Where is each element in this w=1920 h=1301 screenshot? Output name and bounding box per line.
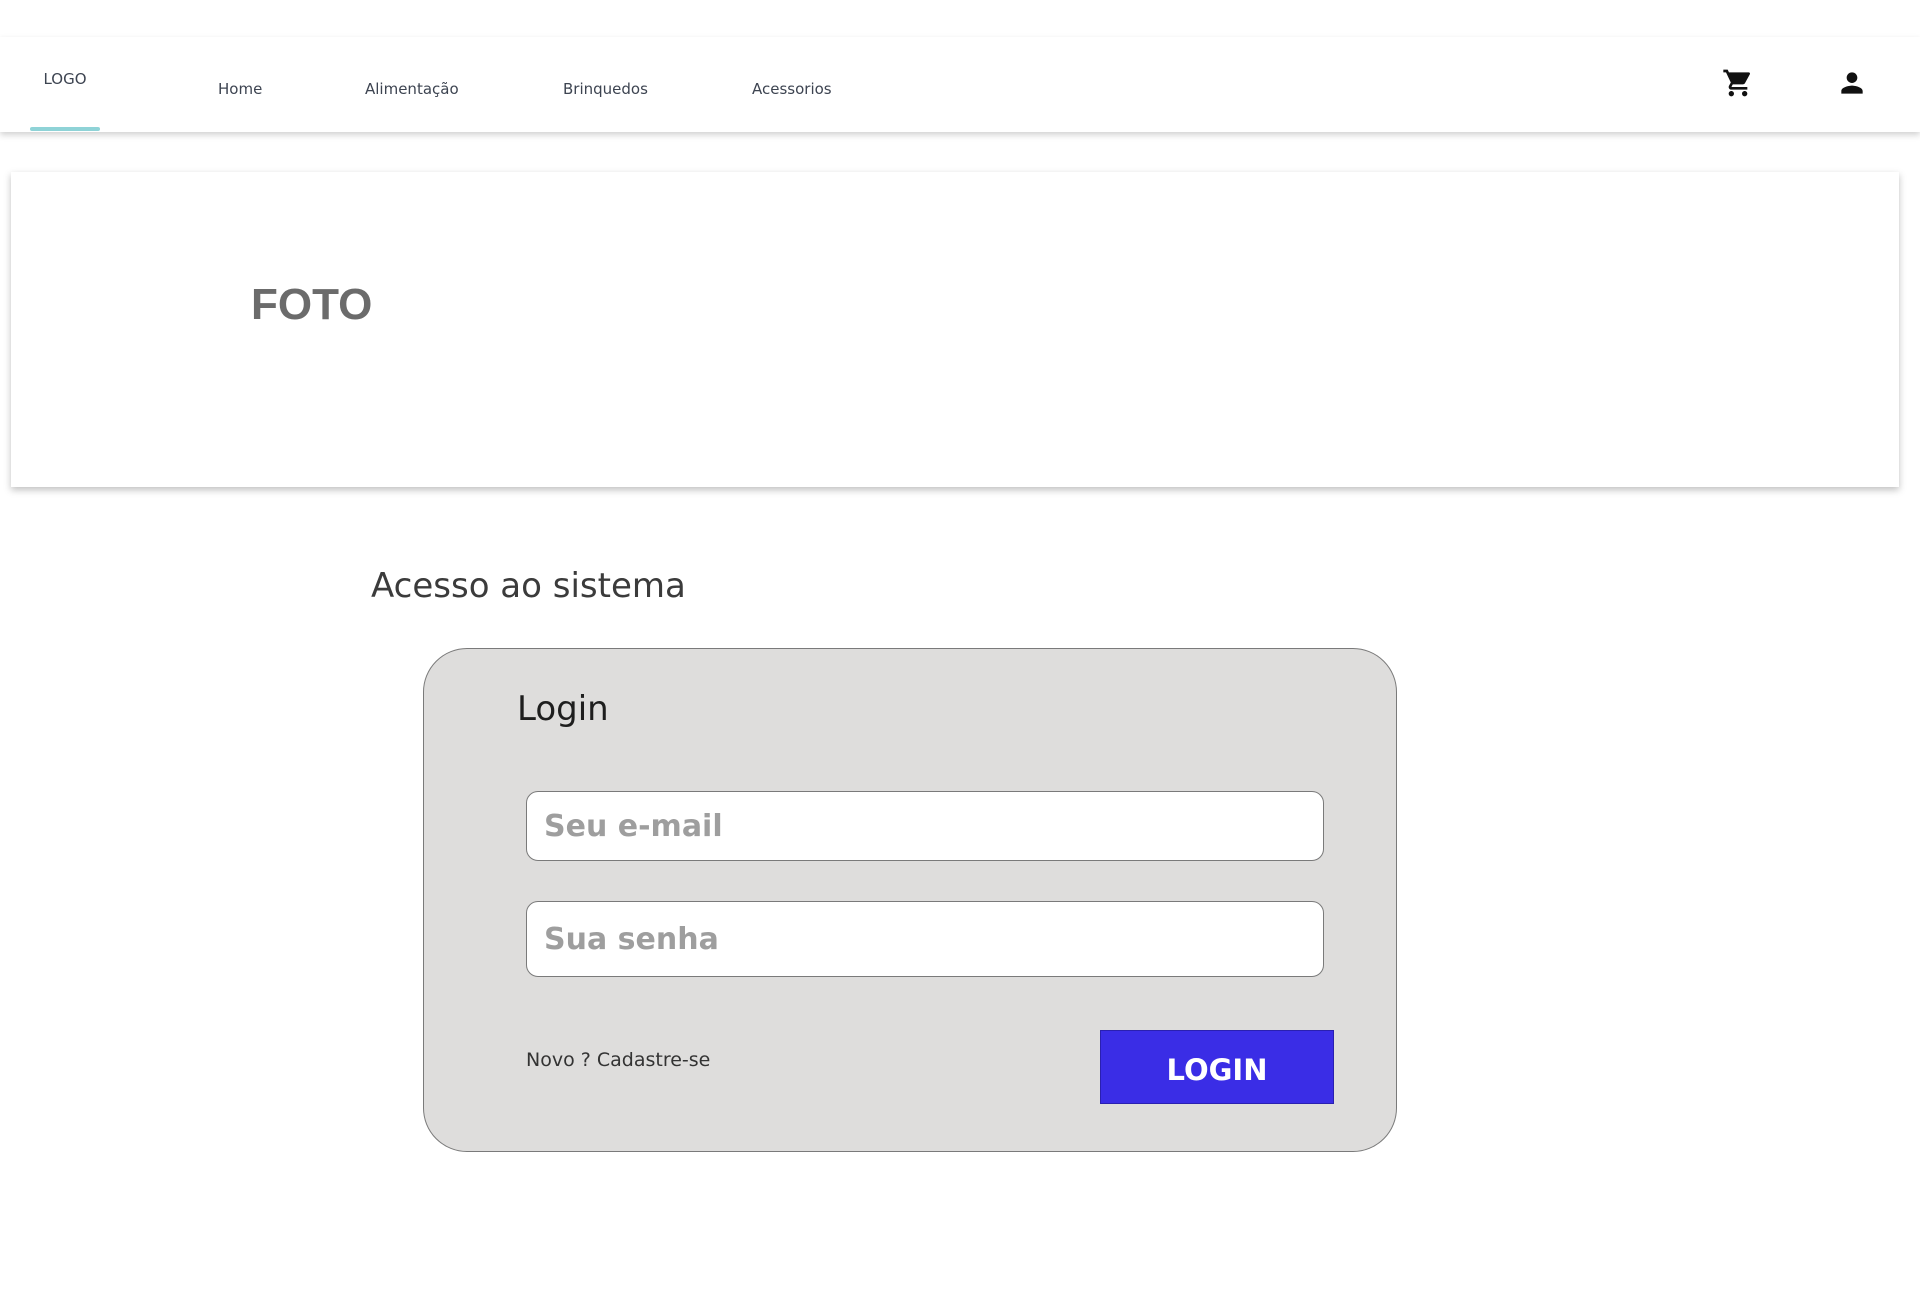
email-field[interactable]: [526, 791, 1324, 861]
login-card: Login Novo ? Cadastre-se LOGIN: [423, 648, 1397, 1152]
hero-photo-label: FOTO: [251, 280, 373, 329]
hero-photo-placeholder: FOTO: [11, 172, 1899, 487]
active-nav-indicator: [30, 127, 100, 131]
top-navbar: LOGO Home Alimentação Brinquedos Acessor…: [0, 37, 1920, 132]
page: LOGO Home Alimentação Brinquedos Acessor…: [0, 0, 1920, 1301]
shopping-cart-icon[interactable]: [1722, 67, 1754, 99]
password-field[interactable]: [526, 901, 1324, 977]
page-title: Acesso ao sistema: [371, 566, 686, 606]
logo[interactable]: LOGO: [30, 37, 100, 132]
nav-link-brinquedos[interactable]: Brinquedos: [563, 80, 648, 98]
login-card-title: Login: [517, 689, 609, 729]
nav-link-home[interactable]: Home: [218, 80, 262, 98]
nav-link-acessorios[interactable]: Acessorios: [752, 80, 832, 98]
login-button[interactable]: LOGIN: [1100, 1030, 1334, 1104]
signup-link[interactable]: Novo ? Cadastre-se: [526, 1049, 710, 1071]
nav-link-alimentacao[interactable]: Alimentação: [365, 80, 459, 98]
user-icon[interactable]: [1836, 67, 1868, 99]
